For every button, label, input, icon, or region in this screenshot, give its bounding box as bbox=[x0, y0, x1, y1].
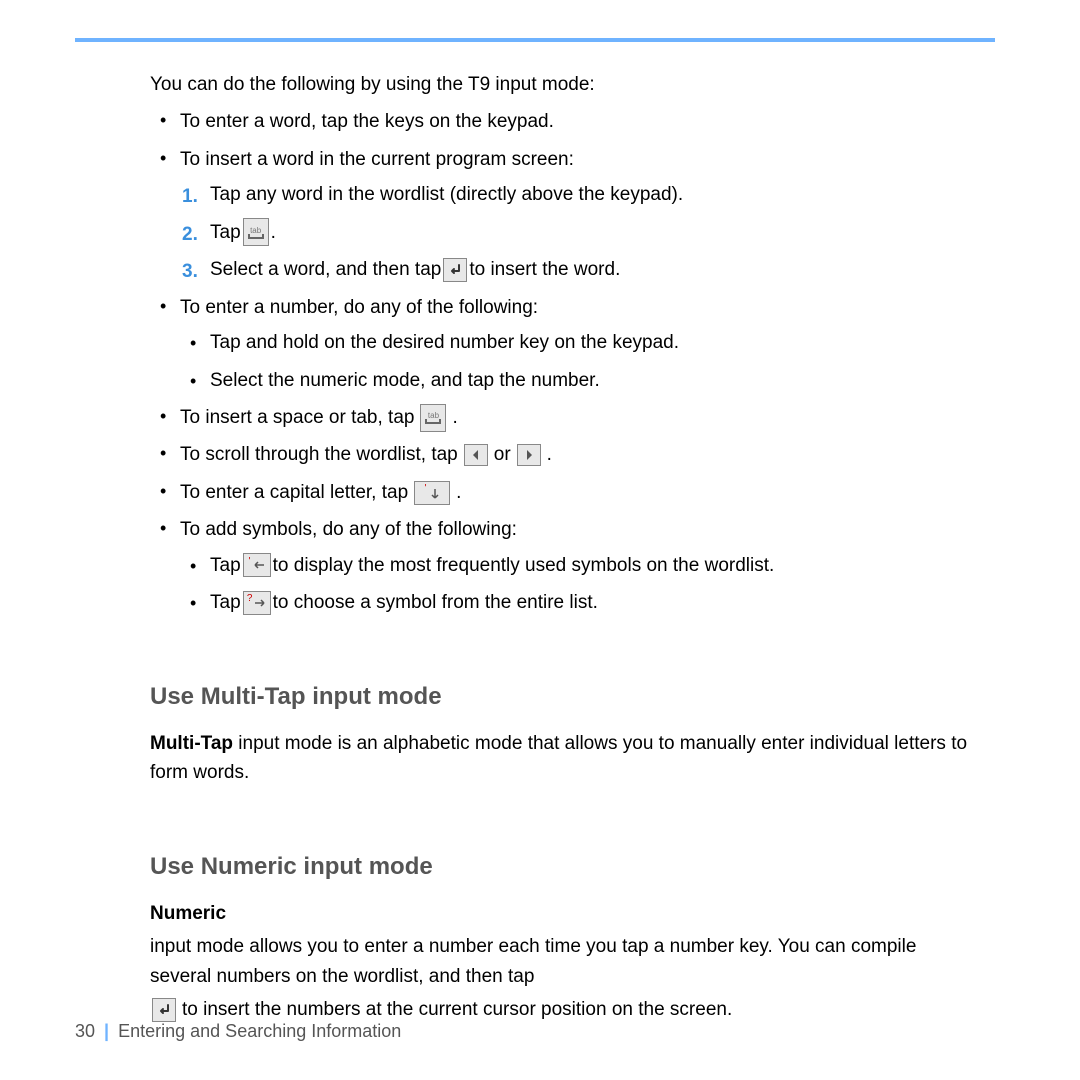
symbol-left-icon: ' bbox=[243, 553, 271, 577]
bullet-add-symbols: To add symbols, do any of the following:… bbox=[180, 515, 975, 617]
arrow-left-icon bbox=[464, 444, 488, 466]
chapter-title: Entering and Searching Information bbox=[118, 1021, 401, 1041]
sym-all-post: to choose a symbol from the entire list. bbox=[273, 588, 598, 617]
sub-sym-frequent: Tap ' to display the most frequently use… bbox=[210, 551, 975, 580]
bullet-insert-word: To insert a word in the current program … bbox=[180, 145, 975, 285]
symbols-subs: Tap ' to display the most frequently use… bbox=[180, 551, 975, 618]
scroll-mid: or bbox=[494, 440, 511, 469]
page-footer: 30 | Entering and Searching Information bbox=[75, 1021, 401, 1042]
sym-all-pre: Tap bbox=[210, 588, 241, 617]
symbols-text: To add symbols, do any of the following: bbox=[180, 519, 517, 540]
step-3-post: to insert the word. bbox=[469, 255, 620, 284]
sym-freq-post: to display the most frequently used symb… bbox=[273, 551, 775, 580]
sub-sym-all: Tap ? to choose a symbol from the entire… bbox=[210, 588, 975, 617]
step-num-2: 2. bbox=[182, 220, 198, 249]
insert-word-steps: 1. Tap any word in the wordlist (directl… bbox=[180, 180, 975, 284]
sym-freq-pre: Tap bbox=[210, 551, 241, 580]
tab-icon: tab bbox=[420, 404, 446, 432]
capital-pre: To enter a capital letter, tap bbox=[180, 478, 408, 507]
bullet-enter-number: To enter a number, do any of the followi… bbox=[180, 293, 975, 395]
step-2-pre: Tap bbox=[210, 218, 241, 247]
page-frame: You can do the following by using the T9… bbox=[75, 38, 995, 1025]
intro-text: You can do the following by using the T9… bbox=[150, 70, 975, 99]
bullet-enter-word: To enter a word, tap the keys on the key… bbox=[180, 107, 975, 136]
page-number: 30 bbox=[75, 1021, 95, 1041]
step-num-1: 1. bbox=[182, 182, 198, 211]
bullet-scroll-wordlist: To scroll through the wordlist, tap or . bbox=[180, 440, 975, 469]
step-2-post: . bbox=[271, 218, 276, 247]
numeric-part1: input mode allows you to enter a number … bbox=[150, 932, 975, 991]
numeric-bold: Numeric bbox=[150, 899, 226, 928]
multitap-bold: Multi-Tap bbox=[150, 733, 233, 754]
space-tab-post: . bbox=[452, 403, 457, 432]
enter-number-subs: Tap and hold on the desired number key o… bbox=[180, 328, 975, 395]
capital-post: . bbox=[456, 478, 461, 507]
bullet-insert-word-text: To insert a word in the current program … bbox=[180, 149, 574, 170]
scroll-post: . bbox=[547, 440, 552, 469]
scroll-pre: To scroll through the wordlist, tap bbox=[180, 440, 458, 469]
bullet-capital-letter: To enter a capital letter, tap ' . bbox=[180, 478, 975, 507]
sub-hold-number: Tap and hold on the desired number key o… bbox=[210, 328, 975, 357]
tab-icon: tab bbox=[243, 218, 269, 246]
bullet-enter-number-text: To enter a number, do any of the followi… bbox=[180, 297, 538, 318]
enter-icon bbox=[443, 258, 467, 282]
multitap-para: Multi-Tap input mode is an alphabetic mo… bbox=[150, 729, 975, 788]
step-1: 1. Tap any word in the wordlist (directl… bbox=[210, 180, 975, 209]
bullet-space-tab: To insert a space or tab, tap tab . bbox=[180, 403, 975, 432]
multitap-rest: input mode is an alphabetic mode that al… bbox=[150, 733, 967, 783]
tab-icon-label: tab bbox=[428, 412, 439, 420]
space-tab-pre: To insert a space or tab, tap bbox=[180, 403, 414, 432]
step-3: 3. Select a word, and then tap to insert… bbox=[210, 255, 975, 284]
heading-numeric: Use Numeric input mode bbox=[150, 848, 975, 885]
step-3-pre: Select a word, and then tap bbox=[210, 255, 441, 284]
step-1-text: Tap any word in the wordlist (directly a… bbox=[210, 180, 683, 209]
footer-separator: | bbox=[104, 1021, 109, 1041]
step-num-3: 3. bbox=[182, 257, 198, 286]
numeric-para: Numeric input mode allows you to enter a… bbox=[150, 899, 975, 1025]
content-area: You can do the following by using the T9… bbox=[75, 70, 995, 1025]
shift-icon: ' bbox=[414, 481, 450, 505]
main-bullet-list: To enter a word, tap the keys on the key… bbox=[150, 107, 975, 617]
symbol-right-icon: ? bbox=[243, 591, 271, 615]
arrow-right-icon bbox=[517, 444, 541, 466]
sub-numeric-mode: Select the numeric mode, and tap the num… bbox=[210, 366, 975, 395]
tab-icon-label: tab bbox=[250, 227, 261, 235]
step-2: 2. Tap tab . bbox=[210, 218, 975, 247]
heading-multitap: Use Multi-Tap input mode bbox=[150, 678, 975, 715]
enter-icon bbox=[152, 998, 176, 1022]
